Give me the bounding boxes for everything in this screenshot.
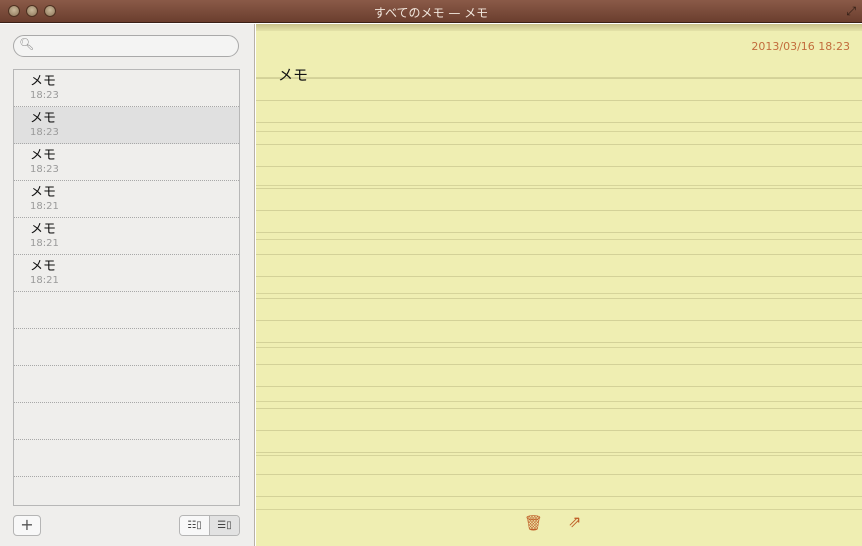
note-title: メモ (30, 222, 57, 237)
torn-edge (256, 24, 862, 31)
note-time: 18:21 (30, 201, 59, 212)
notes-list: メモ 18:23 メモ 18:23 メモ 18:23 メモ 18:21 メモ 18:21 … (13, 69, 240, 506)
list-view-icon[interactable]: ☷▯ (180, 516, 209, 535)
fullscreen-icon[interactable]: ⤢ (846, 4, 856, 19)
search-icon: 🔍︎ (19, 37, 35, 51)
window-title: すべてのメモ — メモ (373, 6, 489, 20)
list-item[interactable]: メモ 18:21 (14, 218, 239, 255)
note-title: メモ (30, 111, 57, 126)
sidebar: 🔍︎ メモ 18:23 メモ 18:23 メモ 18:23 メモ 18:21 メモ 18:… (0, 24, 255, 546)
note-time: 18:21 (30, 238, 59, 249)
ruled-lines (256, 78, 862, 498)
empty-row (14, 292, 239, 329)
list-item[interactable]: メモ 18:23 (14, 70, 239, 107)
note-title: メモ (30, 74, 57, 89)
title-bar: すべてのメモ — メモ ⤢ (0, 0, 862, 23)
note-title: メモ (30, 148, 57, 163)
note-time: 18:23 (30, 127, 59, 138)
add-note-button[interactable]: + (13, 515, 41, 536)
detail-view-icon[interactable]: ☰▯ (209, 516, 239, 535)
note-title: メモ (30, 259, 57, 274)
empty-row (14, 366, 239, 403)
note-time: 18:21 (30, 275, 59, 286)
note-time: 18:23 (30, 164, 59, 175)
trash-icon[interactable]: 🗑︎ (524, 514, 543, 532)
note-body[interactable]: メモ (278, 64, 308, 85)
empty-row (14, 403, 239, 440)
list-item[interactable]: メモ 18:23 (14, 144, 239, 181)
view-toggle: ☷▯ ☰▯ (179, 515, 240, 536)
search-input[interactable]: 🔍︎ (13, 35, 239, 57)
note-title: メモ (30, 185, 57, 200)
share-icon[interactable]: ⇗ (568, 512, 581, 531)
note-time: 18:23 (30, 90, 59, 101)
empty-row (14, 440, 239, 477)
note-editor[interactable]: 2013/03/16 18:23 メモ 🗑︎ ⇗ (256, 24, 862, 546)
list-item[interactable]: メモ 18:21 (14, 181, 239, 218)
list-item[interactable]: メモ 18:23 (14, 107, 239, 144)
note-date: 2013/03/16 18:23 (751, 40, 850, 53)
empty-row (14, 329, 239, 366)
list-item[interactable]: メモ 18:21 (14, 255, 239, 292)
